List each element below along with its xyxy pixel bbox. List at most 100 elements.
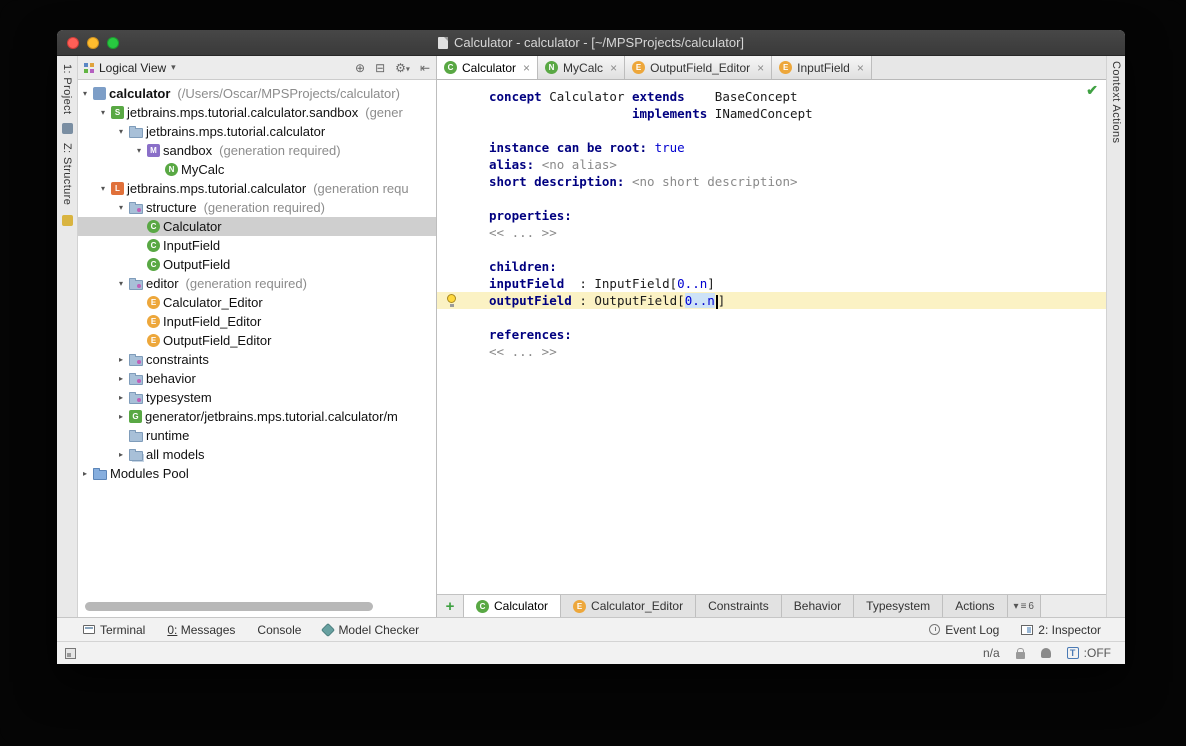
favorites-tool-icon[interactable] <box>62 215 73 226</box>
hide-panel-icon[interactable]: ⇤ <box>420 61 430 75</box>
code-line[interactable]: concept Calculator extends BaseConcept <box>437 88 1106 105</box>
aspect-tab-calculator[interactable]: CCalculator <box>463 595 561 617</box>
tree-expand-arrow[interactable]: ▾ <box>134 146 144 155</box>
tree-row-editor[interactable]: ▾editor(generation required) <box>78 274 436 293</box>
caret-position-widget[interactable]: n/a <box>983 646 1000 660</box>
close-tab-icon[interactable]: × <box>523 61 530 75</box>
code-line[interactable] <box>437 190 1106 207</box>
typesystem-toggle[interactable]: T :OFF <box>1067 646 1111 660</box>
tree-expand-arrow[interactable]: ▾ <box>80 89 90 98</box>
settings-gear-icon[interactable]: ⚙▾ <box>395 61 410 75</box>
lock-icon[interactable] <box>1016 652 1025 659</box>
code-line[interactable]: children: <box>437 258 1106 275</box>
aspect-tab-behavior[interactable]: Behavior <box>782 595 854 617</box>
aspect-tab-calculator-editor[interactable]: ECalculator_Editor <box>561 595 696 617</box>
event-log-button[interactable]: Event Log <box>929 623 999 637</box>
tree-expand-arrow[interactable]: ▸ <box>80 469 90 478</box>
tree-row-inputfield[interactable]: CInputField <box>78 236 436 255</box>
tree-row-sandbox[interactable]: ▾Msandbox(generation required) <box>78 141 436 160</box>
code-line[interactable]: << ... >> <box>437 343 1106 360</box>
tree-expand-arrow[interactable]: ▸ <box>116 374 126 383</box>
tree-expand-arrow[interactable]: ▾ <box>98 184 108 193</box>
code-line[interactable]: instance can be root: true <box>437 139 1106 156</box>
aspect-tab-actions[interactable]: Actions <box>943 595 1007 617</box>
code-area[interactable]: concept Calculator extends BaseConcept i… <box>437 80 1106 360</box>
tree-row-modules-pool[interactable]: ▸Modules Pool <box>78 464 436 483</box>
tree-expand-arrow[interactable]: ▸ <box>116 393 126 402</box>
close-tab-icon[interactable]: × <box>610 61 617 75</box>
close-tab-icon[interactable]: × <box>757 61 764 75</box>
toolwindow-grip-icon[interactable] <box>65 648 76 659</box>
structure-tool-icon[interactable] <box>62 123 73 134</box>
intention-bulb-icon[interactable] <box>447 294 456 303</box>
view-selector[interactable]: Logical View ▾ <box>84 61 176 75</box>
code-line[interactable] <box>437 309 1106 326</box>
tree-expand-arrow[interactable]: ▸ <box>116 412 126 421</box>
tree-row-outputfield-editor[interactable]: EOutputField_Editor <box>78 331 436 350</box>
tree-row-calculator[interactable]: ▾calculator(/Users/Oscar/MPSProjects/cal… <box>78 84 436 103</box>
aspect-tab-typesystem[interactable]: Typesystem <box>854 595 943 617</box>
tree-row-calculator-editor[interactable]: ECalculator_Editor <box>78 293 436 312</box>
tree-row-calculator[interactable]: CCalculator <box>78 217 436 236</box>
code-line[interactable]: alias: <no alias> <box>437 156 1106 173</box>
code-line[interactable] <box>437 241 1106 258</box>
tree-expand-arrow[interactable]: ▾ <box>116 203 126 212</box>
tool-button-project[interactable]: 1: Project <box>61 64 73 114</box>
tree-row-runtime[interactable]: runtime <box>78 426 436 445</box>
scroll-to-node-icon[interactable]: ⊕ <box>355 61 365 75</box>
code-line[interactable]: inputField : InputField[0..n] <box>437 275 1106 292</box>
editor-tab-inputfield[interactable]: EInputField× <box>772 56 872 79</box>
no-errors-icon[interactable]: ✔ <box>1086 82 1098 99</box>
tree-row-jetbrains-mps-tutorial-calculator[interactable]: ▾Ljetbrains.mps.tutorial.calculator(gene… <box>78 179 436 198</box>
code-line[interactable] <box>437 122 1106 139</box>
tree-label: jetbrains.mps.tutorial.calculator <box>146 124 325 139</box>
tree-expand-arrow[interactable]: ▾ <box>116 127 126 136</box>
tree-row-constraints[interactable]: ▸constraints <box>78 350 436 369</box>
list-icon: ≡ <box>1021 601 1027 612</box>
zoom-window-button[interactable] <box>107 37 119 49</box>
editor-tab-outputfield-editor[interactable]: EOutputField_Editor× <box>625 56 772 79</box>
window-title: Calculator - calculator - [~/MPSProjects… <box>454 35 744 50</box>
tree-row-jetbrains-mps-tutorial-calculator-sandbox[interactable]: ▾Sjetbrains.mps.tutorial.calculator.sand… <box>78 103 436 122</box>
hidden-tabs-button[interactable]: ▾≡6 <box>1008 595 1041 617</box>
aspect-tab-constraints[interactable]: Constraints <box>696 595 782 617</box>
tree-row-inputfield-editor[interactable]: EInputField_Editor <box>78 312 436 331</box>
editor-tab-mycalc[interactable]: NMyCalc× <box>538 56 625 79</box>
code-line[interactable]: references: <box>437 326 1106 343</box>
tree-row-jetbrains-mps-tutorial-calculator[interactable]: ▾ jetbrains.mps.tutorial.calculator <box>78 122 436 141</box>
editor-pane[interactable]: concept Calculator extends BaseConcept i… <box>437 80 1106 594</box>
code-line-highlighted[interactable]: outputField : OutputField[0..n] <box>437 292 1106 309</box>
tree-row-outputfield[interactable]: COutputField <box>78 255 436 274</box>
close-tab-icon[interactable]: × <box>857 61 864 75</box>
tree-row-behavior[interactable]: ▸behavior <box>78 369 436 388</box>
add-concept-button[interactable]: + <box>437 595 463 617</box>
concept-icon: C <box>147 220 160 233</box>
tree-expand-arrow[interactable]: ▸ <box>116 355 126 364</box>
code-line[interactable]: properties: <box>437 207 1106 224</box>
editor-tab-calculator[interactable]: CCalculator× <box>437 56 538 79</box>
tool-button-context-actions[interactable]: Context Actions <box>1110 61 1122 143</box>
console-button[interactable]: Console <box>257 623 301 637</box>
tree-row-structure[interactable]: ▾structure(generation required) <box>78 198 436 217</box>
hector-icon[interactable] <box>1041 648 1051 658</box>
tree-row-all-models[interactable]: ▸all models <box>78 445 436 464</box>
tree-expand-arrow[interactable]: ▸ <box>116 450 126 459</box>
titlebar[interactable]: Calculator - calculator - [~/MPSProjects… <box>57 30 1125 56</box>
inspector-button[interactable]: 2: Inspector <box>1021 623 1101 637</box>
tree-row-mycalc[interactable]: NMyCalc <box>78 160 436 179</box>
minimize-window-button[interactable] <box>87 37 99 49</box>
tree-row-typesystem[interactable]: ▸typesystem <box>78 388 436 407</box>
messages-button[interactable]: 0: Messages <box>167 623 235 637</box>
tool-button-structure[interactable]: Z: Structure <box>61 143 73 205</box>
close-window-button[interactable] <box>67 37 79 49</box>
tree-expand-arrow[interactable]: ▾ <box>98 108 108 117</box>
code-line[interactable]: << ... >> <box>437 224 1106 241</box>
code-line[interactable]: short description: <no short description… <box>437 173 1106 190</box>
collapse-all-icon[interactable]: ⊟ <box>375 61 385 75</box>
horizontal-scrollbar[interactable] <box>85 602 373 611</box>
code-line[interactable]: implements INamedConcept <box>437 105 1106 122</box>
tree-expand-arrow[interactable]: ▾ <box>116 279 126 288</box>
tree-row-generator-jetbrains-mps-tutorial-calculator-m[interactable]: ▸Ggenerator/jetbrains.mps.tutorial.calcu… <box>78 407 436 426</box>
terminal-button[interactable]: Terminal <box>83 623 145 637</box>
model-checker-button[interactable]: Model Checker <box>323 623 419 637</box>
